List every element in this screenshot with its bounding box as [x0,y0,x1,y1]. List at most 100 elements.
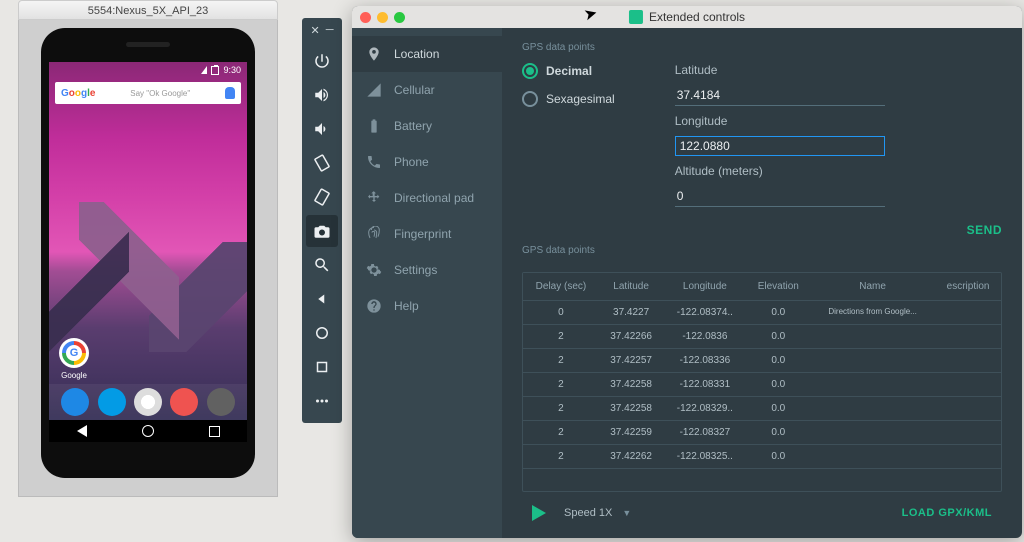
google-app-icon[interactable] [59,338,89,368]
mic-icon[interactable] [225,87,235,99]
mouse-cursor: ➤ [582,6,600,25]
toolbar-home-button[interactable] [306,317,338,349]
table-cell: 2 [523,325,599,349]
table-row[interactable]: 237.42259-122.083270.0 [523,421,1001,445]
emulator-titlebar[interactable]: 5554:Nexus_5X_API_23 [18,0,278,20]
sidebar-item-dpad[interactable]: Directional pad [352,180,502,216]
table-cell: 37.4227 [599,301,663,325]
rotate-right-button[interactable] [306,181,338,213]
table-cell: 0.0 [746,421,810,445]
table-header[interactable]: escription [935,273,1001,301]
radio-sexagesimal[interactable]: Sexagesimal [522,91,615,107]
minimize-icon[interactable]: ─ [326,24,334,37]
table-cell: 0 [523,301,599,325]
dock [49,384,247,420]
window-close-button[interactable] [360,12,371,23]
sidebar-item-location[interactable]: Location [352,36,502,72]
sidebar-item-label: Settings [394,263,437,277]
table-cell: -122.08325.. [663,445,746,469]
phone-app-icon[interactable] [61,388,89,416]
chevron-down-icon: ▼ [622,508,631,518]
window-maximize-button[interactable] [394,12,405,23]
signal-icon [201,66,207,74]
status-time: 9:30 [223,65,241,75]
table-cell [935,373,1001,397]
sidebar-item-settings[interactable]: Settings [352,252,502,288]
phone-screen[interactable]: 9:30 Google Say "Ok Google" Google [49,62,247,442]
camera-button[interactable] [306,215,338,247]
emulator-window: 5554:Nexus_5X_API_23 9:30 Google Say "Ok… [18,0,278,497]
location-icon [366,46,382,62]
battery-icon [211,66,219,75]
browser-app-icon[interactable] [170,388,198,416]
table-header[interactable]: Elevation [746,273,810,301]
sidebar-item-cellular[interactable]: Cellular [352,72,502,108]
camera-app-icon[interactable] [207,388,235,416]
nav-recents-icon[interactable] [209,426,220,437]
table-row[interactable]: 037.4227-122.08374..0.0Directions from G… [523,301,1001,325]
table-header[interactable]: Latitude [599,273,663,301]
longitude-input[interactable] [675,136,885,156]
toolbar-recents-button[interactable] [306,351,338,383]
section-label-table: GPS data points [522,245,1002,256]
table-row[interactable]: 237.42266-122.08360.0 [523,325,1001,349]
android-nav-bar [49,420,247,442]
emulator-toolbar: ✕─ [302,18,342,423]
table-header[interactable]: Delay (sec) [523,273,599,301]
table-row[interactable]: 237.42257-122.083360.0 [523,349,1001,373]
home-app[interactable]: Google [59,338,89,380]
rotate-left-button[interactable] [306,147,338,179]
send-button[interactable]: SEND [967,223,1002,237]
load-gpx-button[interactable]: LOAD GPX/KML [902,507,992,519]
table-row[interactable]: 237.42258-122.083310.0 [523,373,1001,397]
window-controls [360,12,405,23]
google-search-bar[interactable]: Google Say "Ok Google" [55,82,241,104]
sidebar-item-help[interactable]: Help [352,288,502,324]
nav-home-icon[interactable] [142,425,154,437]
voice-hint: Say "Ok Google" [130,89,190,98]
radio-decimal[interactable]: Decimal [522,63,615,79]
power-button[interactable] [306,45,338,77]
close-icon[interactable]: ✕ [310,24,319,37]
table-header[interactable]: Name [810,273,935,301]
table-cell: -122.0836 [663,325,746,349]
table-cell [810,445,935,469]
speed-selector[interactable]: Speed 1X ▼ [564,507,631,519]
table-row[interactable]: 237.42262-122.08325..0.0 [523,445,1001,469]
table-row[interactable]: 237.42258-122.08329..0.0 [523,397,1001,421]
sidebar-item-label: Battery [394,119,432,133]
latitude-input[interactable] [675,85,885,106]
coord-format-group: Decimal Sexagesimal [522,63,615,237]
sidebar-item-battery[interactable]: Battery [352,108,502,144]
messages-app-icon[interactable] [98,388,126,416]
window-title: Extended controls [629,10,745,24]
sidebar-item-fingerprint[interactable]: Fingerprint [352,216,502,252]
sidebar-item-phone[interactable]: Phone [352,144,502,180]
sidebar-item-label: Location [394,47,439,61]
table-cell: 37.42257 [599,349,663,373]
volume-down-button[interactable] [306,113,338,145]
table-cell: 37.42258 [599,397,663,421]
sidebar-item-label: Phone [394,155,429,169]
playback-bar: Speed 1X ▼ LOAD GPX/KML [522,498,1002,528]
table-header[interactable]: Longitude [663,273,746,301]
altitude-input[interactable] [675,186,885,207]
table-cell: 0.0 [746,349,810,373]
nav-back-icon[interactable] [77,425,87,437]
apps-drawer-icon[interactable] [134,388,162,416]
play-button[interactable] [532,505,546,521]
android-icon [629,10,643,24]
table-cell: 2 [523,373,599,397]
table-cell: 37.42262 [599,445,663,469]
section-label-top: GPS data points [522,42,1002,53]
extended-controls-titlebar[interactable]: ➤ Extended controls [352,6,1022,28]
table-cell: 37.42266 [599,325,663,349]
more-button[interactable] [306,385,338,417]
window-minimize-button[interactable] [377,12,388,23]
volume-up-button[interactable] [306,79,338,111]
toolbar-back-button[interactable] [306,283,338,315]
sidebar-item-label: Help [394,299,419,313]
extended-controls-window: ➤ Extended controls Location Cellular Batt… [352,6,1022,538]
phone-frame: 9:30 Google Say "Ok Google" Google [41,28,255,478]
zoom-button[interactable] [306,249,338,281]
